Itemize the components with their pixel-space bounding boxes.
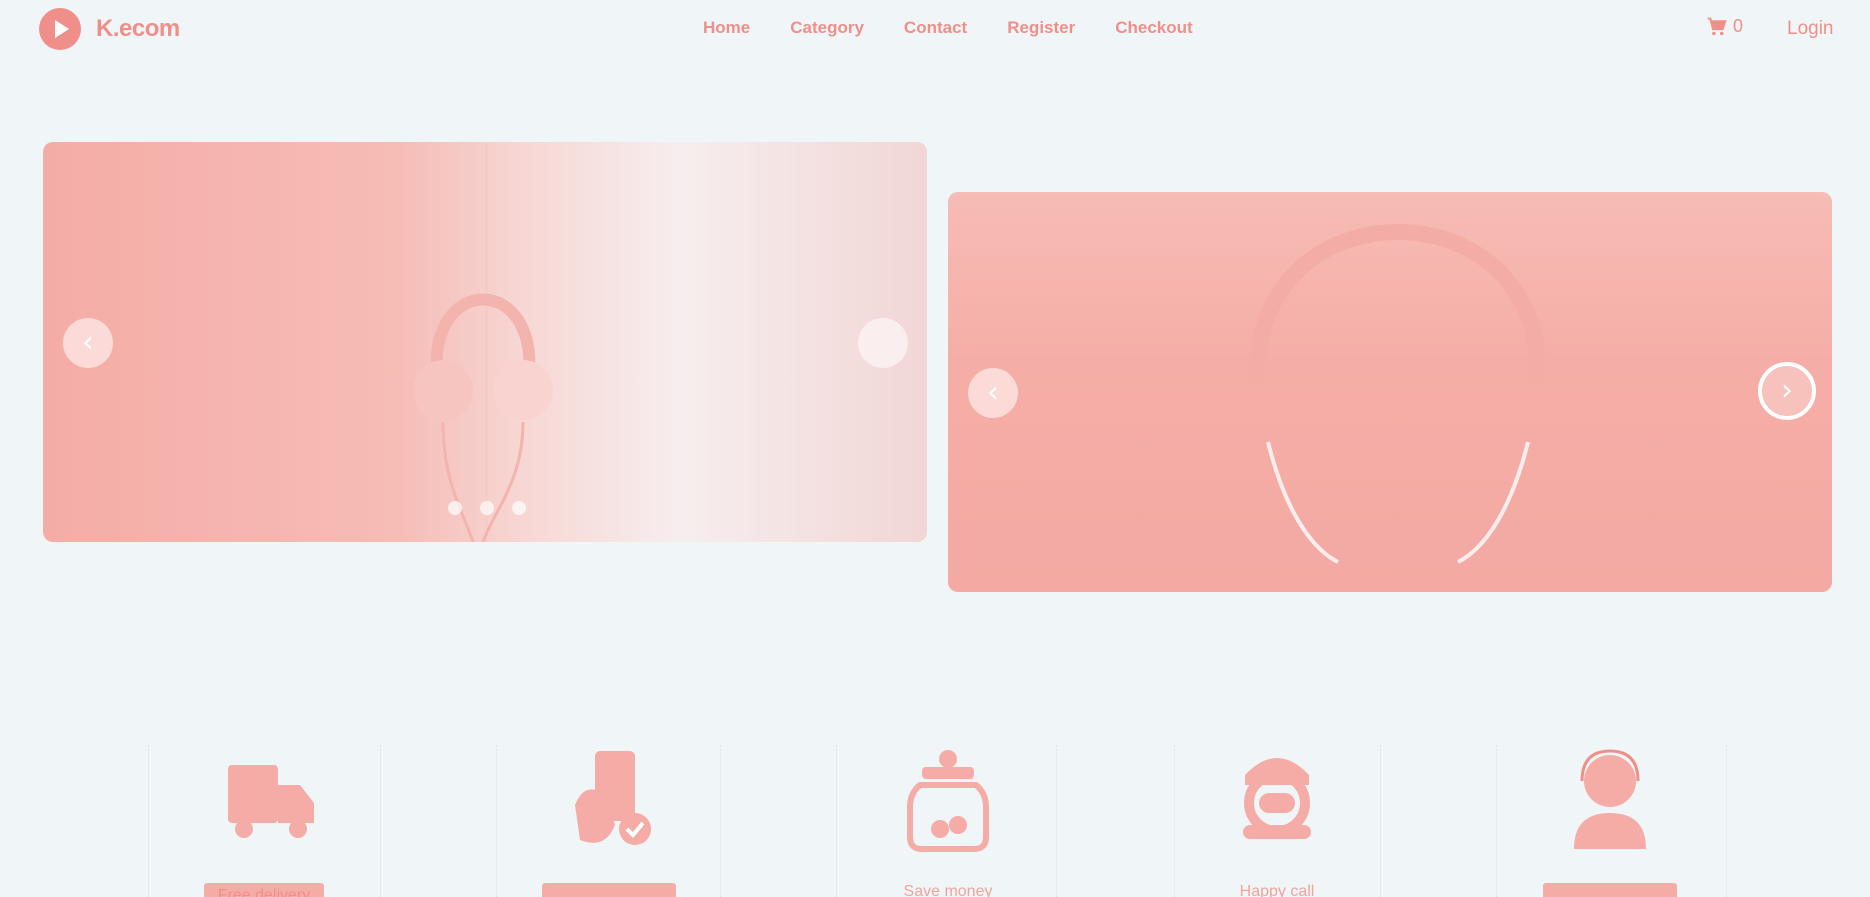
chevron-right-icon: › [1781, 373, 1793, 408]
carousel-prev-button[interactable]: ‹ [63, 318, 113, 368]
feature-label: ____________ [541, 883, 677, 897]
divider [496, 745, 497, 897]
divider [1726, 745, 1727, 897]
carousel-indicators [448, 501, 544, 515]
feature-free-delivery: Free delivery [154, 745, 374, 897]
feature-secure-payment: ____________ [499, 745, 719, 897]
carousel-next-button[interactable]: › [858, 318, 908, 368]
feature-happy-call: Happy call [1167, 745, 1387, 897]
carousel-slide-2: ‹ › [948, 192, 1832, 592]
brand-name: K.ecom [96, 15, 180, 42]
delivery-truck-icon [228, 765, 314, 838]
login-link[interactable]: Login [1787, 18, 1834, 40]
feature-label: Happy call [1239, 883, 1315, 897]
chevron-left-icon: ‹ [82, 325, 94, 360]
nav-checkout-link[interactable]: Checkout [1115, 18, 1192, 38]
divider [836, 745, 837, 897]
features-row: Free delivery ____________ Save money Ha… [0, 745, 1870, 897]
headphones-photo [1249, 224, 1547, 564]
top-navbar: K.ecom Home Category Contact Register Ch… [0, 0, 1870, 58]
divider [380, 745, 381, 897]
carousel-indicator[interactable] [448, 501, 462, 515]
carousel-indicator[interactable] [512, 501, 526, 515]
brand-logo[interactable]: K.ecom [38, 7, 180, 51]
savings-jar-icon [907, 750, 989, 852]
divider [1496, 745, 1497, 897]
call-center-icon [1243, 758, 1311, 839]
nav-register-link[interactable]: Register [1007, 18, 1075, 38]
play-logo-icon [39, 8, 81, 50]
carousel-indicator[interactable] [480, 501, 494, 515]
carousel-slide-1: ‹ › [43, 142, 927, 542]
secure-payment-icon [575, 751, 651, 845]
shopping-cart-icon [1707, 17, 1727, 36]
white-headphones-photo [413, 293, 553, 542]
main-menu: Home Category Contact Register Checkout [703, 18, 1233, 38]
nav-category-link[interactable]: Category [790, 18, 864, 38]
cart-button[interactable]: 0 [1706, 16, 1743, 37]
carousel-next-button[interactable]: › [1758, 362, 1816, 420]
divider [720, 745, 721, 897]
feature-label: Free delivery [203, 883, 325, 897]
chevron-left-icon: ‹ [987, 375, 999, 410]
divider [148, 745, 149, 897]
feature-label: Save money [903, 883, 993, 897]
nav-home-link[interactable]: Home [703, 18, 750, 38]
feature-save-money: Save money [838, 745, 1058, 897]
cart-count: 0 [1733, 16, 1744, 36]
nav-contact-link[interactable]: Contact [904, 18, 967, 38]
feature-label: ____________ [1542, 883, 1678, 897]
customer-support-icon [1574, 749, 1646, 849]
carousel-prev-button[interactable]: ‹ [968, 368, 1018, 418]
feature-customer-support: ____________ [1500, 745, 1720, 897]
